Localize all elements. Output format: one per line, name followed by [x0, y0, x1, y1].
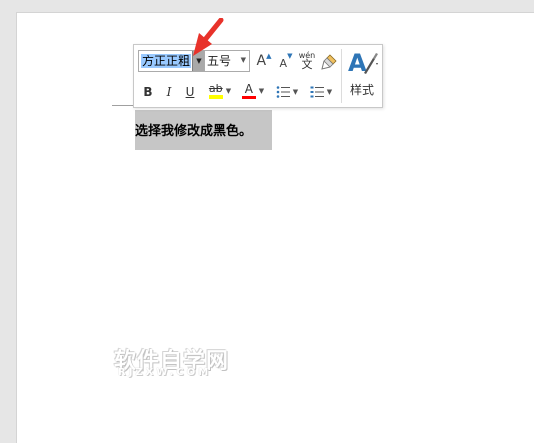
selected-text-content: 选择我修改成黑色。 [135, 124, 253, 139]
chevron-down-icon[interactable]: ▼ [327, 88, 332, 96]
grow-font-label: A [256, 53, 267, 69]
font-color-label: A [244, 82, 253, 96]
underline-button[interactable]: U [182, 81, 198, 103]
chevron-down-icon[interactable]: ▼ [293, 88, 298, 96]
chevron-down-icon[interactable]: ▼ [259, 87, 264, 95]
text-highlight-color-button[interactable]: ab ▼ [204, 80, 236, 102]
highlight-label: ab [208, 82, 223, 95]
chevron-down-icon[interactable]: ▼ [226, 87, 231, 95]
font-color-icon: A [241, 82, 256, 99]
underline-label: U [185, 85, 195, 99]
highlighter-icon: ab [208, 82, 223, 99]
bold-label: B [143, 85, 153, 99]
grow-font-button[interactable]: A ▲ [254, 50, 274, 72]
bullets-button[interactable]: ▼ [272, 81, 302, 103]
shrink-font-button[interactable]: A ▼ [276, 50, 296, 72]
caret-down-icon: ▼ [287, 52, 293, 60]
format-painter-icon [321, 54, 337, 70]
shrink-font-label: A [279, 56, 288, 70]
numbered-list-icon [310, 86, 324, 98]
font-color-button[interactable]: A ▼ [238, 80, 268, 102]
styles-gallery-icon: A [348, 49, 378, 77]
selected-paragraph-text[interactable]: 选择我修改成黑色。 [135, 110, 272, 150]
highlight-color-swatch [208, 95, 223, 99]
caret-up-icon: ▲ [266, 52, 272, 60]
phonetic-guide-char: 文 [301, 58, 313, 71]
styles-label: 样式 [349, 83, 374, 97]
italic-button[interactable]: I [161, 81, 177, 103]
font-name-value: 方正正粗 [141, 54, 192, 68]
phonetic-guide-button[interactable]: wén 文 [296, 49, 318, 71]
font-color-swatch [241, 96, 256, 99]
italic-label: I [166, 85, 172, 99]
toolbar-separator [341, 49, 342, 103]
format-painter-button[interactable] [320, 51, 338, 73]
numbering-button[interactable]: ▼ [306, 81, 336, 103]
bold-button[interactable]: B [140, 81, 156, 103]
floating-mini-toolbar: 方正正粗 ▼ 五号 ▼ A ▲ A ▼ wén 文 B I U ab ▼ A ▼… [133, 44, 383, 108]
styles-button[interactable]: A 样式 [343, 47, 381, 105]
text-margin-marker [112, 105, 134, 106]
site-watermark: 软件自学网 RJZXW.COM [110, 343, 260, 383]
bullet-list-icon [276, 86, 290, 98]
red-pointer-arrow-icon [193, 18, 224, 56]
watermark-domain: RJZXW.COM [118, 367, 212, 378]
chevron-down-icon[interactable]: ▼ [241, 56, 246, 64]
